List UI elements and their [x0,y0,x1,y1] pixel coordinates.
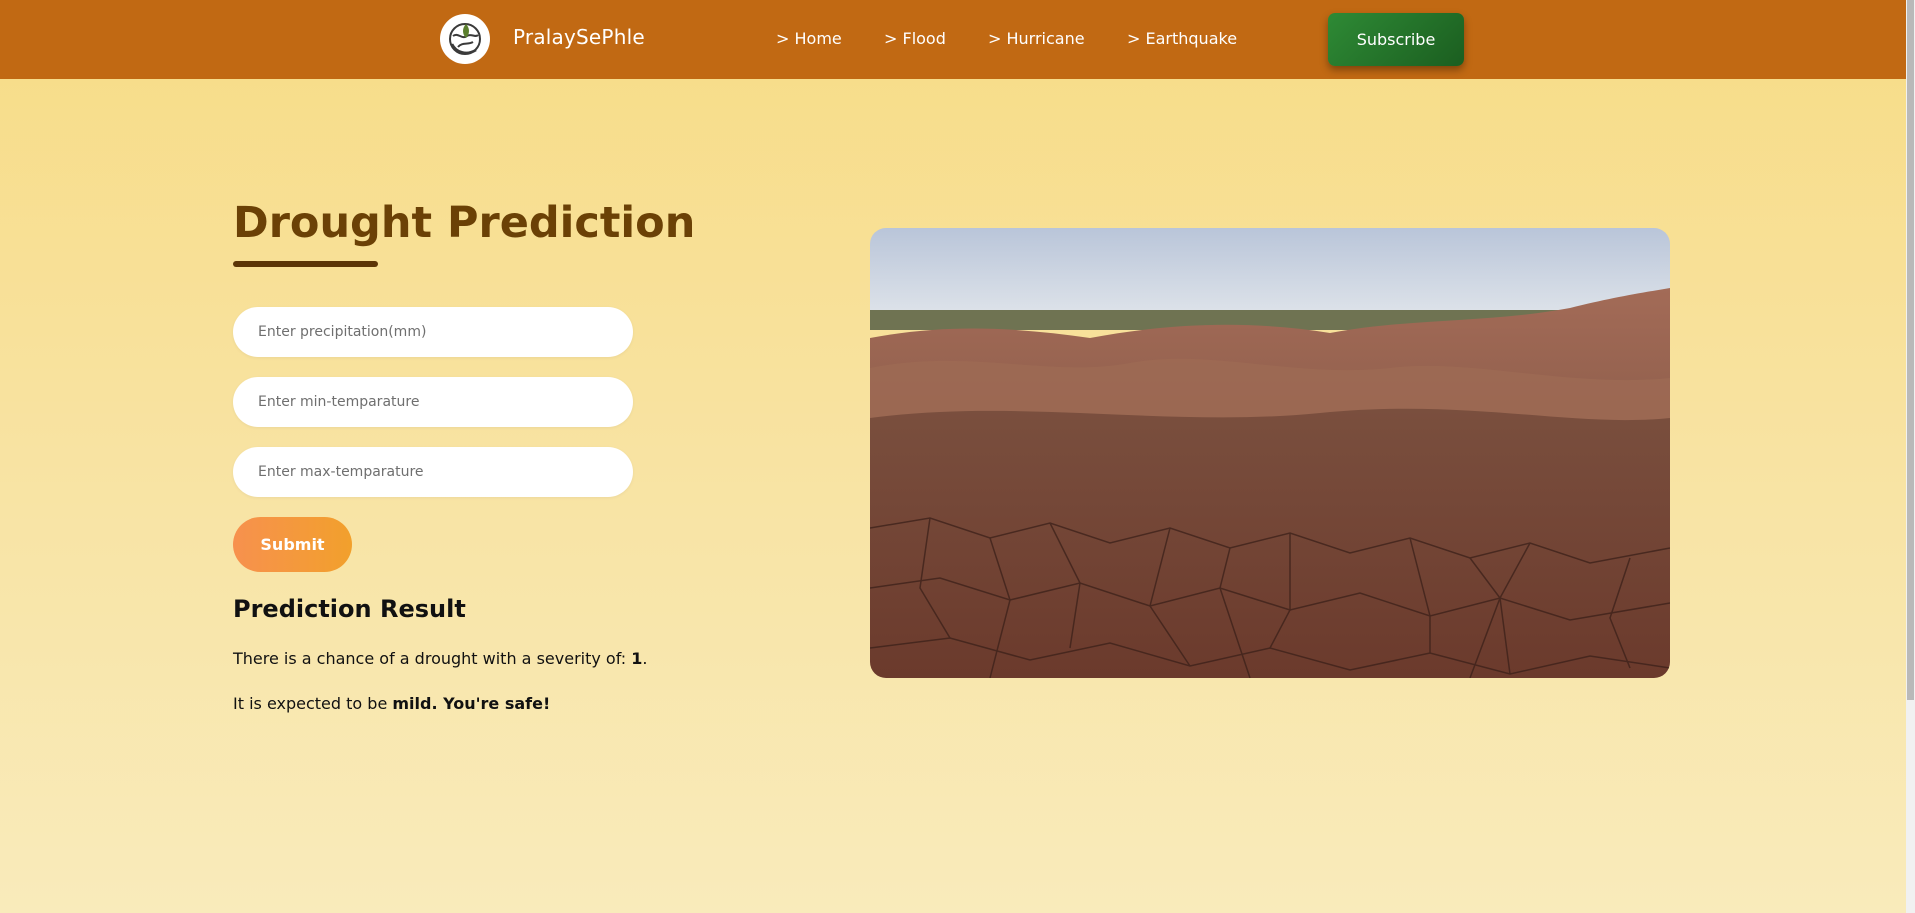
scrollbar-thumb[interactable] [1907,0,1914,700]
severity-value: 1 [631,649,643,668]
precipitation-input[interactable] [233,307,633,357]
result-severity-text: There is a chance of a drought with a se… [233,649,647,668]
nav-home-link[interactable]: > Home [776,29,842,48]
min-temperature-input[interactable] [233,377,633,427]
result-assessment-text: It is expected to be mild. You're safe! [233,694,550,713]
page-title: Drought Prediction [233,198,696,248]
result-line1-suffix: . [642,649,648,668]
top-navbar: PralaySePhle > Home > Flood > Hurricane … [0,0,1906,79]
subscribe-button[interactable]: Subscribe [1328,13,1464,66]
assessment-emphasis: mild. You're safe! [392,694,551,713]
max-temperature-input[interactable] [233,447,633,497]
globe-leaf-logo-icon[interactable] [440,14,490,64]
nav-earthquake-link[interactable]: > Earthquake [1127,29,1237,48]
nav-flood-link[interactable]: > Flood [884,29,946,48]
title-underline [233,261,378,267]
drought-landscape-image [870,228,1670,678]
result-line1-prefix: There is a chance of a drought with a se… [233,649,632,668]
brand-name[interactable]: PralaySePhle [513,25,645,49]
submit-button[interactable]: Submit [233,517,352,572]
page-scrollbar[interactable] [1906,0,1915,913]
result-line2-prefix: It is expected to be [233,694,393,713]
nav-hurricane-link[interactable]: > Hurricane [988,29,1085,48]
prediction-result-heading: Prediction Result [233,595,466,623]
